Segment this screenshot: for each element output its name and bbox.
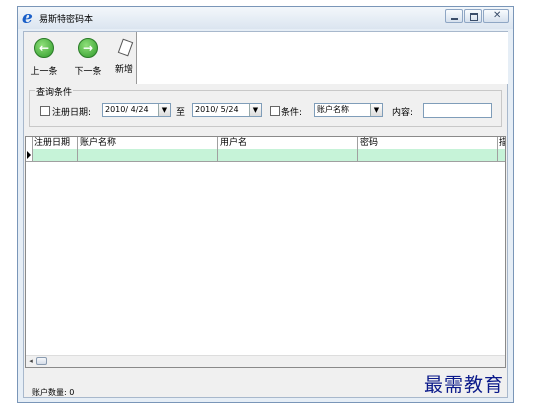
toolbar-blank-panel bbox=[136, 32, 508, 84]
maximize-icon bbox=[470, 13, 478, 21]
content-label: 内容: bbox=[392, 108, 414, 118]
scroll-left-icon[interactable]: ◂ bbox=[27, 357, 35, 365]
chevron-down-icon[interactable]: ▼ bbox=[158, 104, 170, 116]
arrow-left-icon: ← bbox=[34, 38, 54, 58]
date-from-value: 2010/ 4/24 bbox=[105, 105, 149, 114]
chevron-down-icon[interactable]: ▼ bbox=[370, 104, 382, 116]
col-header-description[interactable]: 描 bbox=[498, 137, 505, 149]
cell-username[interactable] bbox=[218, 149, 358, 161]
title-bar[interactable]: e 易斯特密码本 ✕ bbox=[18, 7, 513, 29]
minimize-icon bbox=[451, 18, 458, 20]
scroll-thumb[interactable] bbox=[36, 357, 47, 365]
col-header-reg-date[interactable]: 注册日期 bbox=[32, 137, 78, 149]
query-row: 注册日期: 2010/ 4/24 ▼ 至 2010/ 5/24 ▼ 条件: 账户… bbox=[30, 103, 500, 119]
new-label: 新增 bbox=[114, 65, 133, 75]
minimize-button[interactable] bbox=[445, 9, 463, 23]
chevron-down-icon[interactable]: ▼ bbox=[249, 104, 261, 116]
prev-label: 上一条 bbox=[30, 67, 58, 77]
condition-label: 条件: bbox=[281, 108, 303, 118]
cell-description[interactable] bbox=[498, 149, 505, 161]
window-controls: ✕ bbox=[444, 9, 509, 23]
close-button[interactable]: ✕ bbox=[483, 9, 509, 23]
horizontal-scrollbar[interactable]: ◂ bbox=[26, 355, 505, 367]
col-header-password[interactable]: 密码 bbox=[358, 137, 498, 149]
new-document-icon bbox=[117, 38, 134, 58]
client-area: ← 上一条 → 下一条 新增 查询条件 注册日期: 2010/ 4/24 ▼ 至… bbox=[23, 31, 508, 398]
watermark-text: 最需教育 bbox=[424, 374, 505, 396]
accounts-table[interactable]: 注册日期 账户名称 用户名 密码 描 ◂ bbox=[25, 136, 506, 368]
close-icon: ✕ bbox=[493, 10, 502, 21]
new-button[interactable]: 新增 bbox=[110, 38, 138, 75]
date-from-picker[interactable]: 2010/ 4/24 ▼ bbox=[102, 103, 171, 117]
table-row[interactable] bbox=[26, 149, 505, 162]
cell-reg-date[interactable] bbox=[32, 149, 78, 161]
account-count-value: 0 bbox=[69, 388, 75, 397]
reg-date-label: 注册日期: bbox=[52, 108, 92, 118]
next-button[interactable]: → 下一条 bbox=[70, 38, 106, 77]
col-header-account-name[interactable]: 账户名称 bbox=[78, 137, 218, 149]
next-label: 下一条 bbox=[74, 67, 102, 77]
cell-account-name[interactable] bbox=[78, 149, 218, 161]
condition-value: 账户名称 bbox=[317, 105, 349, 114]
status-bar: 账户数量: 0 bbox=[32, 387, 74, 398]
to-label: 至 bbox=[176, 108, 186, 118]
maximize-button[interactable] bbox=[464, 9, 482, 23]
toolbar: ← 上一条 → 下一条 新增 bbox=[24, 32, 136, 84]
window-title: 易斯特密码本 bbox=[39, 15, 94, 25]
query-legend: 查询条件 bbox=[35, 85, 74, 98]
reg-date-checkbox[interactable] bbox=[40, 106, 50, 116]
query-groupbox: 查询条件 注册日期: 2010/ 4/24 ▼ 至 2010/ 5/24 ▼ 条… bbox=[29, 85, 502, 127]
current-row-arrow-icon bbox=[27, 151, 31, 159]
cell-password[interactable] bbox=[358, 149, 498, 161]
app-window: e 易斯特密码本 ✕ ← 上一条 → 下一条 新增 查询条件 注册日期: 201… bbox=[17, 6, 514, 403]
prev-button[interactable]: ← 上一条 bbox=[26, 38, 62, 77]
date-to-picker[interactable]: 2010/ 5/24 ▼ bbox=[192, 103, 262, 117]
condition-select[interactable]: 账户名称 ▼ bbox=[314, 103, 383, 117]
date-to-value: 2010/ 5/24 bbox=[195, 105, 239, 114]
col-header-username[interactable]: 用户名 bbox=[218, 137, 358, 149]
content-input[interactable] bbox=[423, 103, 492, 118]
arrow-right-icon: → bbox=[78, 38, 98, 58]
app-e-icon: e bbox=[22, 8, 33, 28]
condition-checkbox[interactable] bbox=[270, 106, 280, 116]
account-count-label: 账户数量: bbox=[32, 388, 67, 397]
